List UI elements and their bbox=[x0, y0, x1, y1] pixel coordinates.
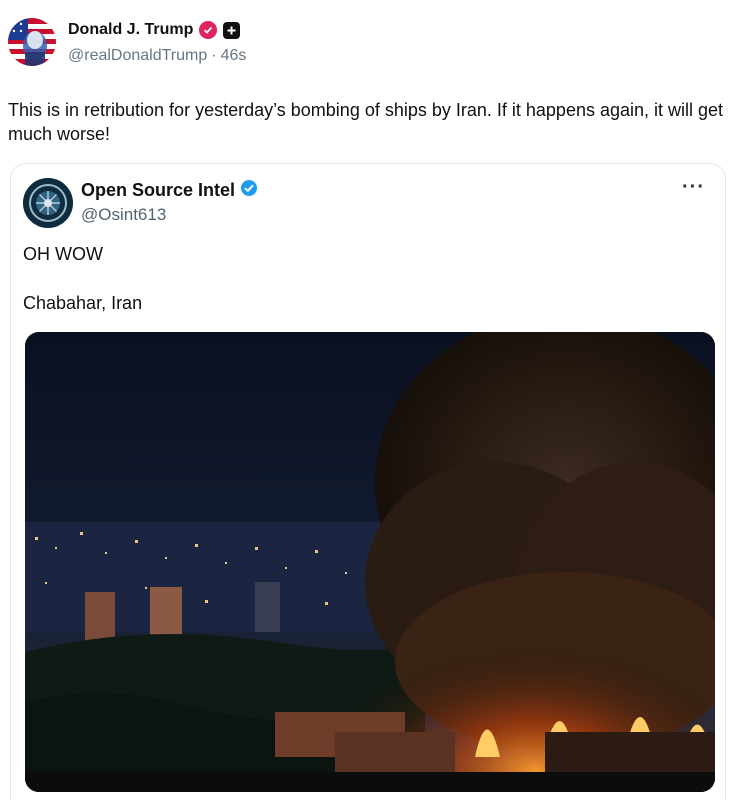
quoted-post[interactable]: Open Source Intel @Osint613 ··· OH WOW C… bbox=[10, 163, 726, 800]
author-meta: @realDonaldTrump · 46s bbox=[68, 47, 246, 65]
more-options-button[interactable]: ··· bbox=[682, 176, 705, 199]
post-card: Donald J. Trump @realDonaldTrump · 46s T… bbox=[0, 0, 736, 800]
intel-emblem-avatar-icon bbox=[23, 178, 73, 228]
author-display-name[interactable]: Donald J. Trump bbox=[68, 21, 193, 39]
quote-handle[interactable]: @Osint613 bbox=[81, 205, 166, 225]
meta-separator: · bbox=[211, 47, 217, 64]
flag-portrait-avatar-icon bbox=[8, 18, 56, 66]
author-name-row: Donald J. Trump bbox=[68, 18, 241, 42]
author-handle[interactable]: @realDonaldTrump bbox=[68, 47, 207, 65]
plus-badge-icon bbox=[223, 21, 241, 39]
night-fire-photo-icon bbox=[25, 332, 715, 792]
author-avatar[interactable] bbox=[8, 18, 56, 66]
blue-check-icon bbox=[240, 179, 258, 202]
quote-name-row: Open Source Intel bbox=[81, 179, 258, 202]
quote-author-avatar[interactable] bbox=[23, 178, 73, 228]
post-text: This is in retribution for yesterday’s b… bbox=[8, 100, 724, 144]
quote-text-line-1: OH WOW bbox=[23, 244, 103, 264]
verified-badge-icon bbox=[199, 21, 218, 39]
quote-text-line-2: Chabahar, Iran bbox=[23, 293, 143, 313]
quote-media-image[interactable] bbox=[25, 332, 715, 792]
post-timestamp[interactable]: 46s bbox=[221, 47, 247, 65]
quote-display-name[interactable]: Open Source Intel bbox=[81, 180, 235, 201]
